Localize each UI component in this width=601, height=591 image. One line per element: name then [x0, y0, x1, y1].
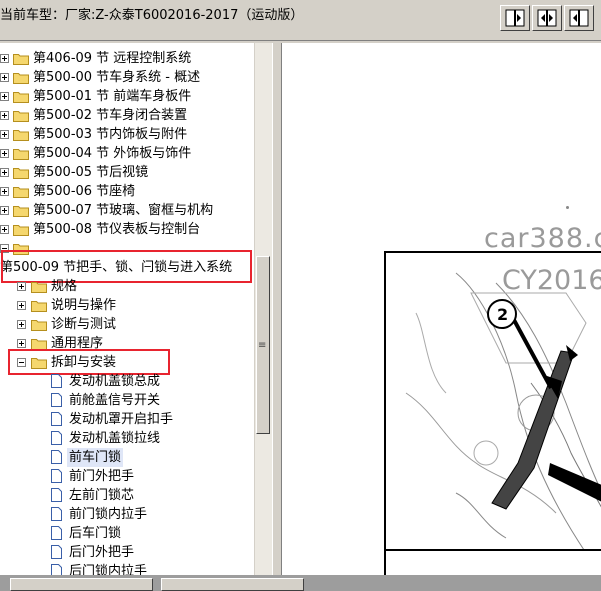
tree-scrollbar[interactable] — [255, 43, 272, 575]
tree-item-label: 说明与操作 — [51, 298, 117, 313]
expand-icon[interactable] — [0, 111, 9, 120]
door-lock-diagram: 2 — [386, 253, 601, 559]
split-right-icon — [569, 9, 589, 27]
expand-icon[interactable] — [0, 92, 9, 101]
document-icon — [51, 412, 62, 426]
split-left-icon — [505, 9, 525, 27]
tree-item-label: 第500-01 节 前端车身板件 — [33, 89, 192, 104]
dot-mark — [566, 206, 569, 209]
folder-icon — [13, 206, 29, 217]
expand-icon[interactable] — [17, 282, 26, 291]
doc-item-label: 发动机盖锁拉线 — [69, 431, 161, 446]
document-icon — [51, 545, 62, 559]
watermark-text: CY2016 — [502, 265, 601, 296]
watermark-text: car388.c — [484, 223, 601, 254]
doc-item-label: 前门锁内拉手 — [69, 507, 148, 522]
doc-item-label: 前门外把手 — [69, 469, 135, 484]
expand-icon[interactable] — [0, 54, 9, 63]
document-icon — [51, 488, 62, 502]
expand-icon[interactable] — [17, 301, 26, 310]
expand-icon[interactable] — [0, 206, 9, 215]
folder-icon — [13, 187, 29, 198]
folder-icon — [31, 301, 47, 312]
scroll-grip-icon: ≡ — [258, 340, 267, 351]
highlight-box — [1, 250, 252, 283]
document-icon — [51, 564, 62, 575]
folder-icon — [13, 149, 29, 160]
tree-item-label: 第500-05 节后视镜 — [33, 165, 149, 180]
window-title: 当前车型：厂家:Z-众泰T6002016-2017（运动版） — [0, 8, 304, 23]
document-icon — [51, 393, 62, 407]
split-right-button[interactable] — [564, 5, 594, 31]
tree-item-label: 第500-06 节座椅 — [33, 184, 136, 199]
split-left-button[interactable] — [500, 5, 530, 31]
diagram-frame: 2 — [384, 251, 601, 561]
pane-splitter[interactable] — [272, 43, 282, 575]
document-icon — [51, 507, 62, 521]
tree-item-label: 第500-02 节车身闭合装置 — [33, 108, 188, 123]
tree-item-label: 规格 — [51, 279, 78, 294]
expand-icon[interactable] — [17, 320, 26, 329]
document-icon — [51, 469, 62, 483]
callout-label: 2 — [497, 305, 508, 324]
folder-icon — [13, 92, 29, 103]
expand-icon[interactable] — [0, 168, 9, 177]
folder-icon — [13, 111, 29, 122]
document-viewer[interactable]: 2 car388.c CY2016 — [282, 43, 601, 575]
expand-icon[interactable] — [17, 339, 26, 348]
split-center-icon — [537, 9, 557, 27]
doc-item-label: 前车门锁 — [67, 448, 124, 467]
tree-item-label: 第406-09 节 远程控制系统 — [33, 51, 192, 66]
expand-icon[interactable] — [0, 225, 9, 234]
folder-icon — [31, 320, 47, 331]
tree-panel[interactable]: 第406-09 节 远程控制系统 第500-00 节车身系统 - 概述 第500… — [0, 43, 254, 575]
document-icon — [51, 431, 62, 445]
tree-item-label: 第500-03 节内饰板与附件 — [33, 127, 188, 142]
folder-icon — [13, 225, 29, 236]
folder-icon — [13, 130, 29, 141]
status-bar — [0, 575, 601, 591]
document-icon — [51, 374, 62, 388]
tree-item-label: 第500-08 节仪表板与控制台 — [33, 222, 201, 237]
doc-item-label: 后车门锁 — [69, 526, 122, 541]
diagram-frame-next — [384, 549, 601, 575]
folder-icon — [13, 168, 29, 179]
folder-icon — [31, 282, 47, 293]
expand-icon[interactable] — [0, 187, 9, 196]
doc-item-label: 后门外把手 — [69, 545, 135, 560]
expand-icon[interactable] — [0, 130, 9, 139]
doc-item-label: 前舱盖信号开关 — [69, 393, 161, 408]
doc-item-label: 发动机盖锁总成 — [69, 374, 161, 389]
split-center-button[interactable] — [532, 5, 562, 31]
folder-icon — [13, 54, 29, 65]
doc-item-label: 左前门锁芯 — [69, 488, 135, 503]
doc-item-label: 发动机罩开启扣手 — [69, 412, 174, 427]
bottom-tab[interactable] — [10, 578, 153, 591]
tree-item-label: 第500-07 节玻璃、窗框与机构 — [33, 203, 214, 218]
tree-item-label: 诊断与测试 — [51, 317, 117, 332]
folder-icon — [13, 73, 29, 84]
bottom-tab[interactable] — [161, 578, 304, 591]
expand-icon[interactable] — [0, 73, 9, 82]
tree-item-label: 第500-04 节 外饰板与饰件 — [33, 146, 192, 161]
title-bar: 当前车型：厂家:Z-众泰T6002016-2017（运动版） — [0, 0, 601, 41]
document-icon — [51, 526, 62, 540]
document-icon — [51, 450, 62, 464]
doc-item-label: 后门锁内拉手 — [69, 564, 148, 575]
tree-item-label: 第500-00 节车身系统 - 概述 — [33, 70, 201, 85]
expand-icon[interactable] — [0, 149, 9, 158]
